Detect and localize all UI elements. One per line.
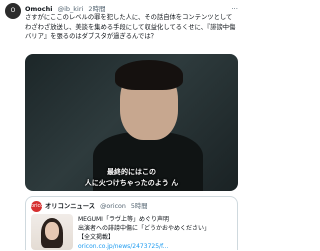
- author-avatar[interactable]: O: [5, 3, 21, 19]
- video-caption-line1: 最終的にはこの: [107, 168, 156, 176]
- video-caption-line2: 人に火つけちゃったのよう ん: [84, 179, 179, 187]
- author-handle[interactable]: @ib_kiri: [58, 5, 84, 13]
- video-person-hair: [115, 60, 183, 90]
- quoted-tweet[interactable]: oricon オリコンニュース @oricon 5時間 MEGUMI「ラヴ上等」…: [25, 196, 238, 250]
- tweet-time[interactable]: 2時間: [88, 5, 105, 13]
- thumbnail-person-face: [45, 222, 59, 240]
- quoted-text: MEGUMI「ラヴ上等」めぐり声明 出演者への誹謗中傷に「どうかおやめください」…: [78, 215, 234, 251]
- quoted-line2: 出演者への誹謗中傷に「どうかおやめください」: [78, 225, 211, 232]
- quoted-author-handle[interactable]: @oricon: [100, 203, 126, 210]
- quoted-line3: 【全文掲載】: [78, 234, 115, 241]
- quoted-author-name[interactable]: オリコンニュース: [45, 203, 95, 210]
- quoted-header: オリコンニュース @oricon 5時間: [45, 201, 148, 212]
- tweet-text: さすがにここのレベルの罪を犯した人に、その話自体をコンテンツとしてわざわざ放送し…: [25, 14, 236, 40]
- video-player[interactable]: 最終的にはこの 人に火つけちゃったのよう ん: [25, 54, 238, 191]
- quoted-line1: MEGUMI「ラヴ上等」めぐり声明: [78, 216, 169, 223]
- quoted-avatar[interactable]: oricon: [31, 201, 46, 212]
- quoted-thumbnail[interactable]: [31, 214, 73, 250]
- quoted-time[interactable]: 5時間: [131, 203, 148, 210]
- author-name[interactable]: Omochi: [25, 5, 52, 13]
